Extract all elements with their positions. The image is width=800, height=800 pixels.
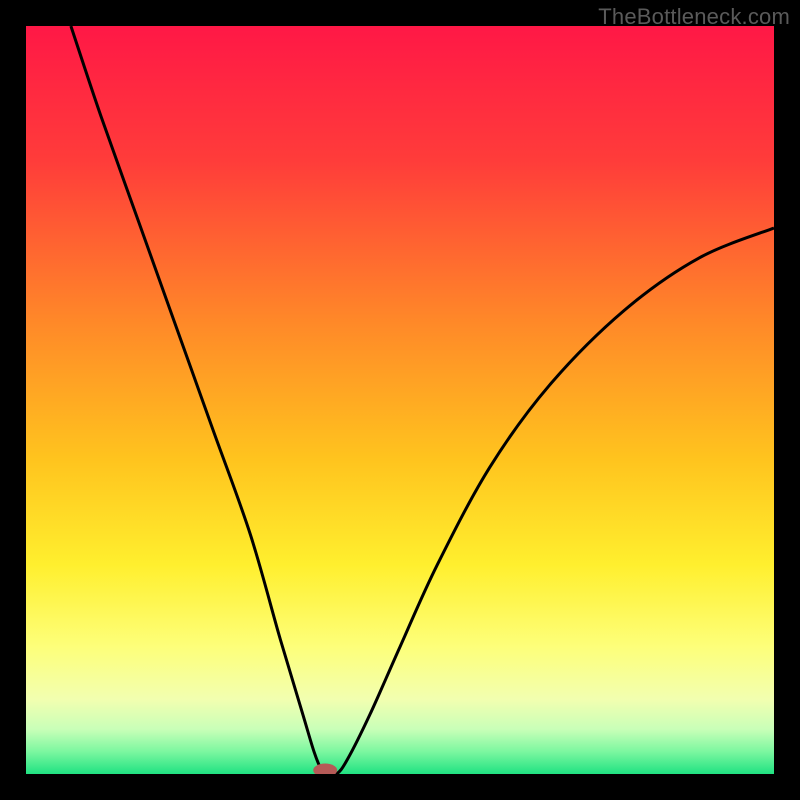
chart-svg (26, 26, 774, 774)
chart-background (26, 26, 774, 774)
watermark-text: TheBottleneck.com (598, 4, 790, 30)
chart-plot-area (26, 26, 774, 774)
